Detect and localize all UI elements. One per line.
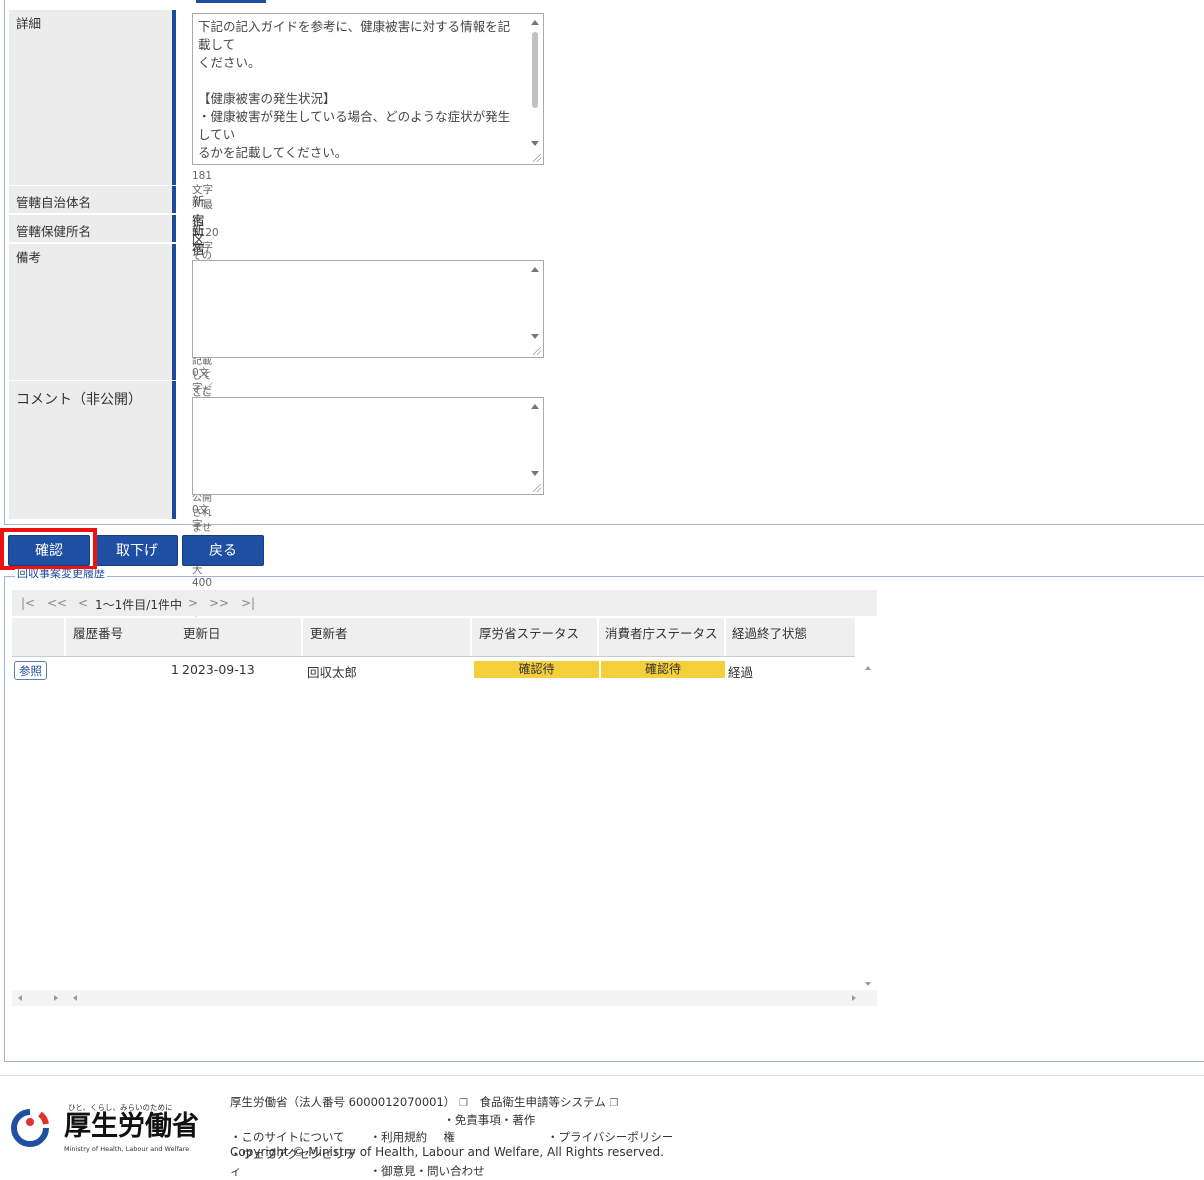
footer-link-terms[interactable]: ・利用規約: [370, 1129, 440, 1146]
history-legend: 回収事案変更履歴: [15, 569, 107, 579]
col-end-state[interactable]: 経過終了状態: [732, 623, 807, 642]
footer-divider: [0, 1075, 1204, 1076]
reference-button[interactable]: 参照: [14, 661, 47, 680]
footer-link-about[interactable]: ・このサイトについて: [230, 1129, 366, 1146]
col-caa-status[interactable]: 消費者庁ステータス: [605, 623, 718, 642]
remarks-textarea[interactable]: [192, 260, 544, 358]
end-state-cell: 経過: [728, 665, 754, 680]
external-link-icon: ❐: [609, 1098, 619, 1109]
withdraw-button[interactable]: 取下げ: [96, 535, 178, 566]
updater-cell: 回収太郎: [307, 665, 358, 680]
scroll-right-icon[interactable]: [852, 995, 856, 1001]
resize-grip-icon[interactable]: [533, 484, 541, 492]
resize-grip-icon[interactable]: [533, 154, 541, 162]
mhlw-status-badge: 確認待: [474, 661, 599, 678]
comment-row: コメント（非公開） ここに記入されたコメントは、公開されません。 0文字／最大4…: [9, 381, 1199, 618]
external-link-icon: ❐: [458, 1098, 468, 1109]
confirm-button-highlight: [0, 528, 97, 570]
mhlw-logo[interactable]: ひと、くらし、みらいのために 厚生労働省 Ministry of Health,…: [10, 1098, 200, 1156]
comment-value: [193, 398, 543, 402]
scroll-up-icon[interactable]: [865, 666, 871, 670]
scroll-left-icon[interactable]: [73, 995, 77, 1001]
col-update-date[interactable]: 更新日: [183, 623, 221, 642]
scroll-down-icon[interactable]: [865, 982, 871, 986]
top-header-fragment: [196, 0, 266, 3]
details-label: 詳細: [9, 10, 176, 185]
pager: |< << < 1～1件目/1件中 > >> >|: [12, 590, 877, 616]
pager-prev-page[interactable]: <<: [47, 596, 67, 610]
details-textarea[interactable]: 下記の記入ガイドを参考に、健康被害に対する情報を記載して ください。 【健康被害…: [192, 13, 544, 165]
scroll-up-icon[interactable]: [531, 20, 539, 25]
footer-links: 厚生労働省（法人番号 6000012070001） ❐ 食品衛生申請等システム …: [230, 1094, 673, 1180]
details-row: 詳細 下記の記入ガイドを参考に、健康被害に対する情報を記載して ください。 【健…: [9, 10, 1199, 253]
resize-grip-icon[interactable]: [533, 347, 541, 355]
comment-label: コメント（非公開）: [9, 381, 176, 519]
comment-scrollbar[interactable]: [527, 398, 543, 494]
remarks-label: 備考: [9, 244, 176, 380]
copyright: Copyright © Ministry of Health, Labour a…: [230, 1145, 664, 1159]
scroll-thumb[interactable]: [532, 32, 538, 108]
table-header: 履歴番号 更新日 更新者 厚労省ステータス 消費者庁ステータス 経過終了状態: [12, 618, 855, 657]
col-mhlw-status[interactable]: 厚労省ステータス: [479, 623, 579, 642]
scroll-up-icon[interactable]: [531, 404, 539, 409]
municipality-label: 管轄自治体名: [9, 186, 176, 213]
pager-next-page[interactable]: >>: [209, 596, 229, 610]
health-center-row: 管轄保健所名 新宿区保健所: [9, 215, 1199, 333]
details-text: 下記の記入ガイドを参考に、健康被害に対する情報を記載して ください。 【健康被害…: [198, 19, 511, 164]
back-button[interactable]: 戻る: [182, 535, 264, 566]
col-history-number[interactable]: 履歴番号: [73, 623, 123, 642]
scroll-down-icon[interactable]: [531, 471, 539, 476]
remarks-value: [193, 261, 543, 265]
pager-range: 1～1件目/1件中: [95, 598, 182, 612]
footer-org-link[interactable]: 厚生労働省（法人番号 6000012070001）: [230, 1095, 455, 1109]
table-vertical-scrollbar[interactable]: [861, 660, 875, 990]
pager-first[interactable]: |<: [21, 596, 35, 610]
col-updater[interactable]: 更新者: [310, 623, 348, 642]
caa-status-badge: 確認待: [601, 661, 725, 678]
scroll-down-icon[interactable]: [531, 141, 539, 146]
remarks-scrollbar[interactable]: [527, 261, 543, 357]
logo-english: Ministry of Health, Labour and Welfare: [64, 1145, 190, 1153]
scroll-down-icon[interactable]: [531, 334, 539, 339]
details-scrollbar[interactable]: [527, 14, 543, 164]
scroll-up-icon[interactable]: [531, 267, 539, 272]
table-horizontal-scrollbar[interactable]: [12, 990, 877, 1006]
logo-name: 厚生労働省: [64, 1111, 199, 1142]
footer-link-privacy[interactable]: ・プライバシーポリシー: [547, 1130, 673, 1144]
footer-link-disclaimer[interactable]: ・免責事項・著作権: [443, 1112, 543, 1146]
pager-last[interactable]: >|: [241, 596, 255, 610]
history-number-cell: 1: [171, 662, 179, 677]
scroll-right-icon[interactable]: [54, 995, 58, 1001]
pager-next[interactable]: >: [188, 596, 198, 610]
municipality-row: 管轄自治体名 新宿区: [9, 186, 1199, 247]
scroll-left-icon[interactable]: [18, 995, 22, 1001]
footer-system-link[interactable]: 食品衛生申請等システム: [480, 1095, 606, 1109]
remarks-row: 備考 その他、記載事項などがあれば記載してください。 0文字／最大5120文字: [9, 244, 1199, 436]
update-date-cell: 2023-09-13: [182, 662, 255, 677]
health-center-label: 管轄保健所名: [9, 215, 176, 242]
comment-textarea[interactable]: [192, 397, 544, 495]
mhlw-logo-mark-icon: [11, 1109, 49, 1147]
pager-prev[interactable]: <: [78, 596, 88, 610]
table-row: 参照 1 2023-09-13 回収太郎 確認待 確認待 経過: [12, 658, 855, 682]
